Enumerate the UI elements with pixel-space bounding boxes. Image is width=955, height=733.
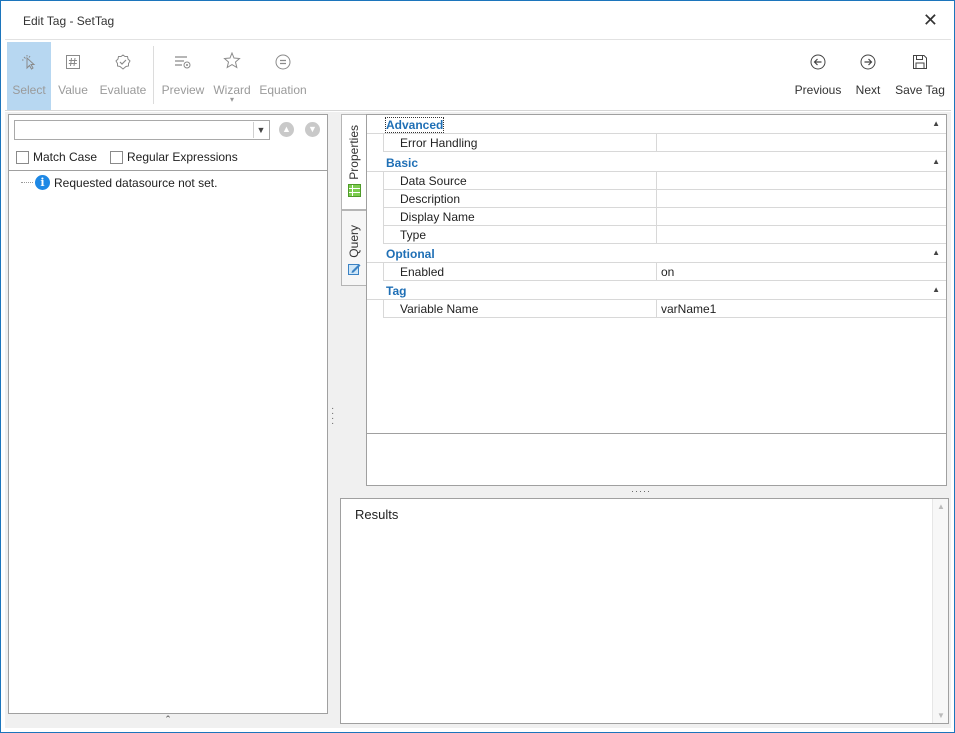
tab-query-label: Query	[347, 225, 361, 258]
tab-query[interactable]: Query	[341, 210, 367, 286]
evaluate-button[interactable]: Evaluate	[97, 42, 149, 110]
wizard-button[interactable]: Wizard ▾	[211, 42, 253, 110]
property-description-panel	[366, 433, 947, 486]
next-label: Next	[855, 83, 881, 97]
collapse-up-icon[interactable]: ⌃	[8, 714, 328, 724]
tree-item[interactable]: i Requested datasource not set.	[21, 175, 217, 190]
property-name: Enabled	[400, 265, 445, 279]
property-row[interactable]: Description	[383, 190, 946, 208]
navigate-down-icon[interactable]: ▼	[305, 122, 320, 137]
equals-circle-icon	[275, 54, 291, 70]
save-tag-button[interactable]: Save Tag	[893, 42, 947, 110]
property-name: Display Name	[400, 210, 475, 224]
property-name: Error Handling	[400, 136, 478, 150]
cursor-select-icon	[22, 55, 36, 70]
category-advanced[interactable]: Advanced ▲	[367, 115, 946, 134]
category-title: Basic	[386, 156, 419, 170]
tab-properties-label: Properties	[347, 125, 361, 180]
title-bar: Edit Tag - SetTag ✕	[1, 1, 954, 39]
match-case-checkbox[interactable]	[16, 150, 29, 164]
match-case-label: Match Case	[33, 150, 98, 164]
window-title: Edit Tag - SetTag	[23, 14, 115, 28]
navigate-up-icon[interactable]: ▲	[279, 122, 294, 137]
regex-label: Regular Expressions	[127, 150, 238, 164]
collapse-icon[interactable]: ▲	[932, 157, 940, 166]
category-title: Tag	[386, 284, 407, 298]
preview-label: Preview	[161, 83, 205, 97]
value-label: Value	[58, 83, 88, 97]
results-scrollbar[interactable]: ▲ ▼	[932, 499, 948, 723]
info-icon: i	[35, 175, 50, 190]
horizontal-splitter[interactable]: ·····	[631, 487, 651, 496]
property-row[interactable]: Display Name	[383, 208, 946, 226]
select-label: Select	[12, 83, 46, 97]
category-title: Optional	[386, 247, 435, 261]
select-button[interactable]: Select	[7, 42, 51, 110]
property-value[interactable]	[656, 190, 947, 207]
ribbon-separator	[153, 46, 154, 104]
evaluate-label: Evaluate	[99, 83, 147, 97]
tree-message: Requested datasource not set.	[54, 175, 218, 190]
property-value[interactable]	[656, 226, 947, 243]
wizard-star-icon	[223, 52, 241, 69]
preview-button[interactable]: Preview	[159, 42, 207, 110]
vertical-splitter[interactable]: · · · ·	[331, 404, 335, 429]
hash-icon	[66, 55, 80, 69]
tree-connector	[21, 182, 33, 183]
scroll-down-icon[interactable]: ▼	[933, 711, 949, 720]
arrow-left-circle-icon	[810, 54, 826, 70]
tab-properties[interactable]: Properties	[341, 114, 367, 210]
category-title: Advanced	[384, 117, 445, 133]
property-row[interactable]: Enabled on	[383, 263, 946, 281]
side-tabs: Properties Query	[341, 114, 367, 286]
query-edit-icon	[347, 263, 360, 275]
arrow-right-circle-icon	[860, 54, 876, 70]
property-row[interactable]: Error Handling	[383, 134, 946, 152]
results-panel: Results ▲ ▼	[340, 498, 949, 724]
close-icon[interactable]: ✕	[923, 11, 938, 29]
property-row[interactable]: Variable Name varName1	[383, 300, 946, 318]
property-name: Data Source	[400, 174, 467, 188]
collapse-icon[interactable]: ▲	[932, 119, 940, 128]
save-tag-label: Save Tag	[895, 83, 945, 97]
equation-label: Equation	[259, 83, 307, 97]
collapse-icon[interactable]: ▲	[932, 285, 940, 294]
property-value[interactable]	[656, 172, 947, 189]
property-name: Variable Name	[400, 302, 479, 316]
property-name: Description	[400, 192, 461, 206]
value-button[interactable]: Value	[55, 42, 91, 110]
ribbon-toolbar: Select Value Evaluate Preview Wizard ▾ E…	[5, 39, 951, 111]
chevron-down-icon[interactable]: ▼	[253, 122, 268, 138]
property-value[interactable]: varName1	[656, 300, 947, 317]
scroll-up-icon[interactable]: ▲	[933, 502, 949, 511]
category-optional[interactable]: Optional ▲	[367, 244, 946, 263]
check-badge-icon	[115, 54, 131, 70]
equation-button[interactable]: Equation	[257, 42, 309, 110]
floppy-disk-icon	[913, 55, 927, 69]
datasource-panel: ▼ ▲ ▼ Match Case Regular Expressions i R…	[8, 114, 328, 714]
property-value[interactable]	[656, 208, 947, 225]
next-button[interactable]: Next	[851, 42, 885, 110]
edit-tag-window: Edit Tag - SetTag ✕ Select Value Evaluat…	[0, 0, 955, 733]
search-combobox[interactable]: ▼	[14, 120, 270, 140]
category-basic[interactable]: Basic ▲	[367, 153, 946, 172]
regex-checkbox[interactable]	[110, 150, 123, 164]
previous-button[interactable]: Previous	[793, 42, 843, 110]
list-preview-icon	[175, 56, 191, 69]
property-row[interactable]: Data Source	[383, 172, 946, 190]
previous-label: Previous	[794, 83, 842, 97]
results-title: Results	[355, 507, 399, 522]
property-value[interactable]	[656, 134, 947, 151]
property-grid-icon	[347, 183, 361, 197]
category-tag[interactable]: Tag ▲	[367, 281, 946, 300]
property-value[interactable]: on	[656, 263, 947, 280]
match-case-option[interactable]: Match Case	[16, 150, 97, 164]
regex-option[interactable]: Regular Expressions	[110, 150, 238, 164]
collapse-icon[interactable]: ▲	[932, 248, 940, 257]
property-row[interactable]: Type	[383, 226, 946, 244]
datasource-tree: i Requested datasource not set.	[9, 170, 327, 713]
property-name: Type	[400, 228, 427, 242]
wizard-dropdown-icon[interactable]: ▾	[230, 96, 234, 104]
property-grid: Advanced ▲ Error Handling Basic ▲ Data S…	[366, 114, 947, 434]
